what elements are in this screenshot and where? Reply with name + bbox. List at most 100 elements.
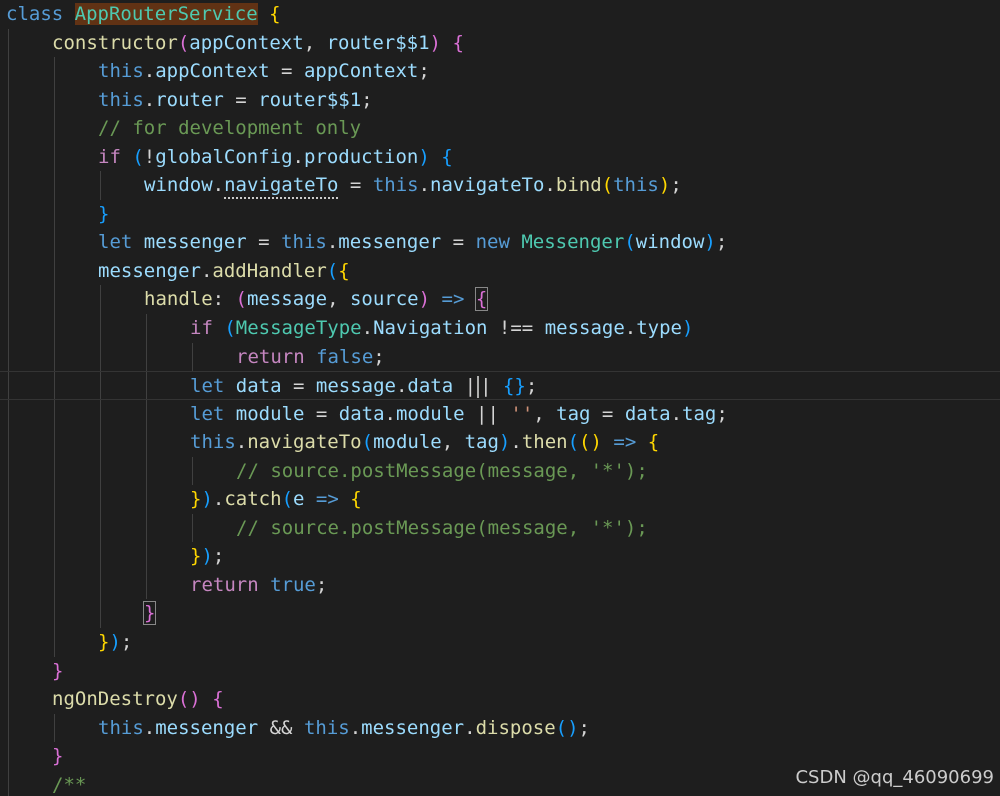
- code-token: navigateTo: [224, 174, 339, 197]
- code-token: this: [190, 431, 236, 454]
- code-token: {: [474, 287, 489, 312]
- code-token: module: [235, 402, 305, 425]
- code-token: .: [349, 716, 362, 739]
- code-lines[interactable]: class AppRouterService {constructor(appC…: [0, 0, 1000, 796]
- code-editor[interactable]: class AppRouterService {constructor(appC…: [0, 0, 1000, 796]
- code-line[interactable]: let data = message.data | | {};: [0, 371, 1000, 400]
- code-line[interactable]: }: [0, 656, 1000, 686]
- indent-guide: [8, 485, 9, 514]
- code-token: }: [52, 745, 64, 768]
- indent-guide: [54, 542, 55, 571]
- code-token: .: [544, 174, 556, 197]
- indent-guide: [8, 372, 9, 399]
- code-token: ): [658, 174, 671, 197]
- code-line[interactable]: // source.postMessage(message, '*');: [0, 456, 1000, 486]
- code-line[interactable]: if (!globalConfig.production) {: [0, 142, 1000, 172]
- code-token: .: [143, 60, 156, 83]
- code-token: return: [236, 345, 305, 368]
- code-token: (): [555, 716, 579, 739]
- indent-guide: [54, 570, 55, 600]
- code-line[interactable]: if (MessageType.Navigation !== message.t…: [0, 314, 1000, 343]
- code-token: |: [464, 375, 477, 398]
- code-line[interactable]: // for development only: [0, 114, 1000, 143]
- indent-guide: [100, 342, 101, 372]
- code-token: (: [361, 431, 374, 454]
- code-token: router: [155, 88, 224, 111]
- indent-guide: [146, 342, 147, 372]
- indent-guide: [54, 713, 55, 743]
- indent-guide: [146, 513, 147, 543]
- code-token: message: [246, 288, 328, 311]
- code-line[interactable]: this.appContext = appContext;: [0, 57, 1000, 86]
- code-token: ): [418, 288, 431, 311]
- code-token: catch: [224, 488, 282, 511]
- indent-guide: [100, 285, 101, 315]
- code-token: .: [212, 488, 225, 511]
- code-token: }: [190, 545, 202, 568]
- code-token: data: [407, 375, 454, 398]
- code-token: }: [190, 488, 202, 511]
- indent-guide: [8, 285, 9, 315]
- code-token: (: [224, 317, 236, 340]
- indent-guide: [8, 342, 9, 372]
- code-token: ): [201, 488, 213, 511]
- code-line[interactable]: // source.postMessage(message, '*');: [0, 513, 1000, 543]
- code-token: }: [142, 601, 157, 626]
- code-token: tag: [682, 402, 717, 425]
- code-token: ;: [120, 631, 133, 654]
- code-token: appContext: [303, 60, 419, 83]
- code-line[interactable]: this.navigateTo(module, tag).then(() => …: [0, 428, 1000, 457]
- code-token: let: [190, 375, 225, 398]
- code-line[interactable]: this.router = router$$1;: [0, 85, 1000, 115]
- code-token: type: [636, 317, 682, 340]
- indent-guide: [54, 314, 55, 343]
- code-token: let: [98, 231, 133, 254]
- code-token: new: [475, 231, 510, 254]
- code-token: ;: [715, 231, 728, 254]
- code-token: ;: [361, 88, 373, 111]
- code-line[interactable]: ngOnDestroy() {: [0, 685, 1000, 714]
- code-line[interactable]: let messenger = this.messenger = new Mes…: [0, 228, 1000, 257]
- code-line[interactable]: }).catch(e => {: [0, 485, 1000, 514]
- code-token: =: [269, 60, 304, 83]
- code-token: messenger: [361, 716, 465, 739]
- code-line[interactable]: handle: (message, source) => {: [0, 285, 1000, 315]
- indent-guide: [54, 171, 55, 200]
- indent-guide: [54, 456, 55, 486]
- code-token: ;: [525, 375, 538, 398]
- code-token: =>: [315, 488, 339, 511]
- code-token: tag: [556, 402, 591, 425]
- code-token: =>: [441, 288, 465, 311]
- code-line[interactable]: }: [0, 199, 1000, 229]
- indent-guide: [8, 199, 9, 229]
- code-line[interactable]: messenger.addHandler({: [0, 256, 1000, 286]
- code-line[interactable]: let module = data.module || '', tag = da…: [0, 399, 1000, 429]
- indent-guide: [146, 485, 147, 514]
- code-token: return: [190, 573, 259, 596]
- code-token: bind: [555, 174, 602, 197]
- code-token: (): [177, 688, 201, 711]
- code-token: }: [98, 202, 110, 225]
- code-line[interactable]: this.messenger && this.messenger.dispose…: [0, 713, 1000, 743]
- code-line[interactable]: class AppRouterService {: [0, 0, 1000, 29]
- indent-guide: [54, 256, 55, 286]
- code-line[interactable]: return true;: [0, 570, 1000, 600]
- code-line[interactable]: constructor(appContext, router$$1) {: [0, 28, 1000, 58]
- indent-guide: [192, 342, 193, 372]
- code-line[interactable]: });: [0, 542, 1000, 571]
- indent-guide: [100, 428, 101, 457]
- indent-guide: [100, 171, 101, 200]
- code-line[interactable]: window.navigateTo = this.navigateTo.bind…: [0, 171, 1000, 200]
- code-line[interactable]: });: [0, 628, 1000, 657]
- code-line[interactable]: }: [0, 599, 1000, 629]
- indent-guide: [146, 542, 147, 571]
- code-token: {: [647, 431, 660, 454]
- code-line[interactable]: return false;: [0, 342, 1000, 372]
